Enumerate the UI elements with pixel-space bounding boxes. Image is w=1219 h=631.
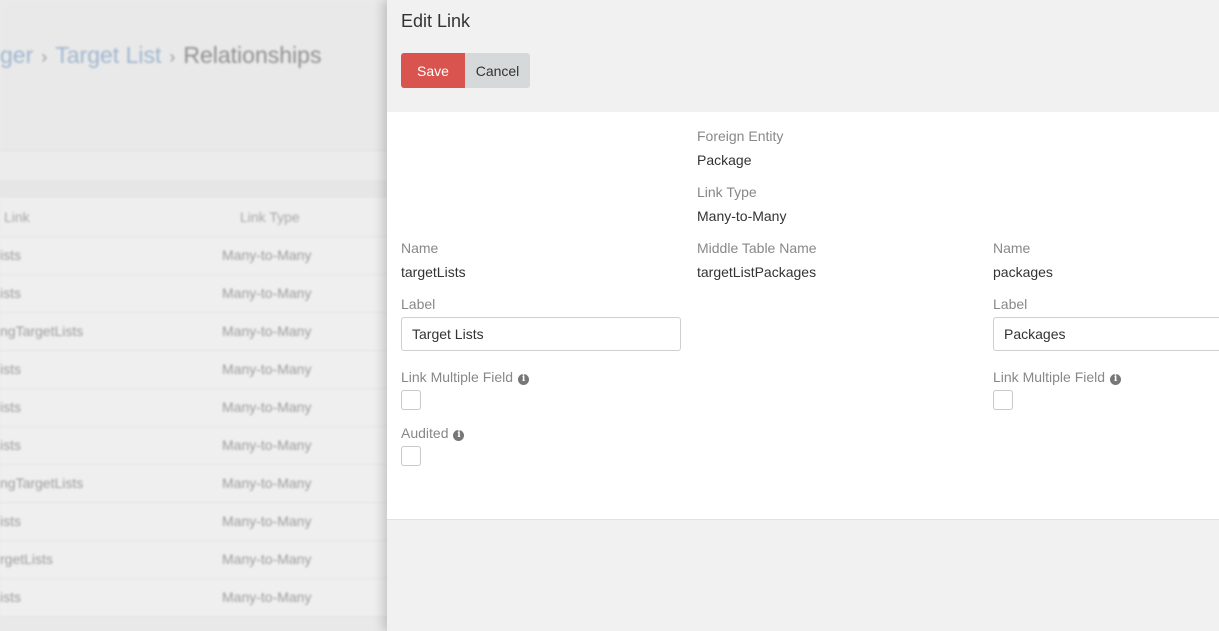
cell-link: ists <box>0 361 21 377</box>
modal-button-group: Save Cancel <box>401 53 530 88</box>
cancel-button[interactable]: Cancel <box>465 53 530 88</box>
column-header-link: Link <box>4 209 30 225</box>
cell-link: rgetLists <box>0 551 53 567</box>
foreign-entity-value: Package <box>697 152 752 168</box>
left-link-multiple-field-checkbox[interactable] <box>401 390 421 410</box>
audited-text: Audited <box>401 425 449 441</box>
breadcrumb-separator: › <box>41 47 48 67</box>
cell-link: ists <box>0 285 21 301</box>
right-label-label: Label <box>993 296 1028 312</box>
cell-link: ists <box>0 589 21 605</box>
right-link-multiple-field-label: Link Multiple Field i <box>993 369 1122 385</box>
breadcrumb-item-target-list[interactable]: Target List <box>55 42 161 68</box>
cell-link: ists <box>0 437 21 453</box>
cell-link: ists <box>0 513 21 529</box>
left-link-multiple-field-label: Link Multiple Field i <box>401 369 530 385</box>
column-header-link-type: Link Type <box>240 209 300 225</box>
cell-link-type: Many-to-Many <box>222 475 312 491</box>
link-type-value: Many-to-Many <box>697 208 787 224</box>
cell-link-type: Many-to-Many <box>222 437 312 453</box>
right-link-multiple-field-text: Link Multiple Field <box>993 369 1106 385</box>
cell-link: ists <box>0 399 21 415</box>
cell-link: ists <box>0 247 21 263</box>
info-icon[interactable]: i <box>518 373 530 385</box>
breadcrumb-item-manager[interactable]: ger <box>0 42 33 68</box>
cell-link-type: Many-to-Many <box>222 247 312 263</box>
breadcrumb: ger › Target List › Relationships <box>0 42 321 69</box>
cell-link: ngTargetLists <box>0 475 84 491</box>
modal-title: Edit Link <box>401 11 471 31</box>
middle-table-name-label: Middle Table Name <box>697 240 817 256</box>
audited-label: Audited i <box>401 425 465 441</box>
cell-link: ngTargetLists <box>0 323 84 339</box>
cell-link-type: Many-to-Many <box>222 323 312 339</box>
left-name-label: Name <box>401 240 439 256</box>
audited-checkbox[interactable] <box>401 446 421 466</box>
modal-body: Foreign Entity Package Link Type Many-to… <box>387 112 1219 520</box>
link-type-label: Link Type <box>697 184 757 200</box>
left-label-label: Label <box>401 296 436 312</box>
info-icon[interactable]: i <box>453 429 465 441</box>
cell-link-type: Many-to-Many <box>222 513 312 529</box>
foreign-entity-label: Foreign Entity <box>697 128 784 144</box>
cell-link-type: Many-to-Many <box>222 551 312 567</box>
cell-link-type: Many-to-Many <box>222 589 312 605</box>
save-button[interactable]: Save <box>401 53 465 88</box>
left-label-input[interactable] <box>401 317 681 351</box>
cell-link-type: Many-to-Many <box>222 285 312 301</box>
right-name-label: Name <box>993 240 1031 256</box>
edit-link-modal: Edit Link Save Cancel Foreign Entity Pac… <box>387 0 1219 631</box>
middle-table-name-value: targetListPackages <box>697 264 817 280</box>
cell-link-type: Many-to-Many <box>222 399 312 415</box>
right-label-input[interactable] <box>993 317 1219 351</box>
left-name-value: targetLists <box>401 264 466 280</box>
right-name-value: packages <box>993 264 1053 280</box>
cell-link-type: Many-to-Many <box>222 361 312 377</box>
breadcrumb-separator: › <box>169 47 176 67</box>
breadcrumb-item-relationships: Relationships <box>183 42 322 68</box>
left-link-multiple-field-text: Link Multiple Field <box>401 369 514 385</box>
info-icon[interactable]: i <box>1110 373 1122 385</box>
right-link-multiple-field-checkbox[interactable] <box>993 390 1013 410</box>
